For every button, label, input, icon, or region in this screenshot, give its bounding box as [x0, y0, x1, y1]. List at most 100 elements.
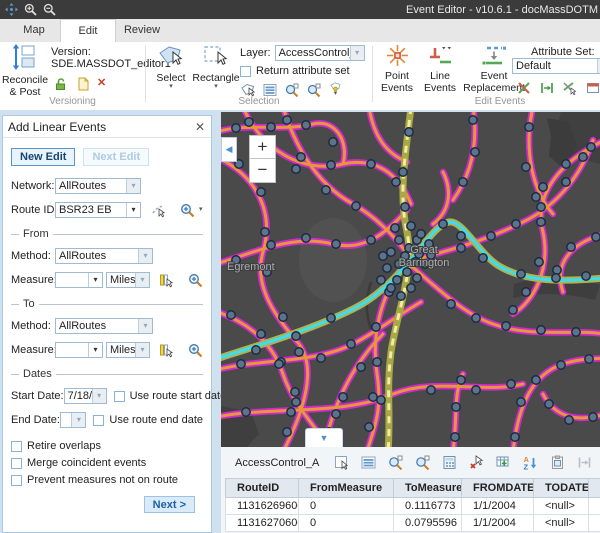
col-routeid[interactable]: RouteID	[226, 479, 299, 498]
col-tomeasure[interactable]: ToMeasure	[394, 479, 462, 498]
attribute-set-label: Attribute Set:	[531, 46, 595, 58]
add-linear-events-panel: Add Linear Events ✕ New Edit Next Edit N…	[2, 115, 212, 533]
return-attribute-checkbox[interactable]	[240, 66, 251, 77]
table-select-icon[interactable]	[333, 454, 350, 471]
select-route-on-map-icon[interactable]	[151, 203, 166, 218]
chevron-down-icon[interactable]: ▾	[92, 389, 106, 403]
zoom-to-selection-icon[interactable]	[284, 82, 299, 97]
measure-gap-icon[interactable]	[539, 80, 554, 95]
chevron-down-icon[interactable]: ▾	[135, 343, 149, 357]
start-date-input[interactable]: 7/18/ ▾	[64, 388, 107, 404]
return-attribute-row: Return attribute set	[240, 65, 350, 77]
add-record-icon[interactable]	[495, 454, 512, 471]
next-edit-button[interactable]: Next Edit	[83, 148, 149, 166]
to-method-select[interactable]: AllRoutes ▾	[55, 318, 153, 334]
point-events-button[interactable]: Point Events	[377, 44, 417, 94]
chevron-down-icon[interactable]: ▾	[350, 46, 364, 60]
table-row[interactable]: 11316270600 0 0.0795596 1/1/2004 <null> …	[226, 515, 600, 532]
pick-measure-on-map-icon[interactable]	[159, 343, 174, 358]
layer-select[interactable]: AccessControl_A ▾	[275, 45, 365, 61]
collapse-panel-button[interactable]: ◀	[221, 137, 237, 162]
table-zoom-to-selection-icon[interactable]	[387, 454, 404, 471]
route-id-select[interactable]: BSR23 EB ▾	[55, 202, 141, 218]
return-attribute-label: Return attribute set	[256, 65, 350, 77]
map-zoom-in-button[interactable]: +	[249, 135, 276, 159]
col-fromdate[interactable]: FROMDATE	[462, 479, 534, 498]
sort-icon[interactable]: AZ	[522, 454, 539, 471]
pan-to-selection-icon[interactable]	[306, 82, 321, 97]
zoom-to-route-icon[interactable]	[180, 203, 195, 218]
merge-coincident-checkbox[interactable]	[11, 458, 22, 469]
from-unit-select[interactable]: Miles ▾	[106, 272, 150, 288]
to-measure-select[interactable]: ▾	[55, 342, 103, 358]
close-icon[interactable]: ✕	[195, 121, 205, 133]
network-label: Network:	[11, 180, 55, 192]
selection-options-icon[interactable]: ▾	[328, 82, 343, 97]
delete-selected-icon[interactable]	[468, 454, 485, 471]
reconcile-post-button[interactable]: Reconcile & Post	[2, 44, 48, 98]
pan-icon[interactable]	[4, 2, 19, 17]
chevron-down-icon[interactable]: ▾	[126, 179, 140, 193]
network-select[interactable]: AllRoutes ▾	[55, 178, 141, 194]
table-attributes-icon[interactable]	[360, 454, 377, 471]
col-frommeasure[interactable]: FromMeasure	[299, 479, 394, 498]
col-access[interactable]: AC	[589, 479, 600, 498]
table-row[interactable]: 11316269600 0 0.1116773 1/1/2004 <null> …	[226, 498, 600, 515]
collapse-table-button[interactable]: ▼	[305, 428, 343, 447]
from-measure-select[interactable]: ▾	[55, 272, 103, 288]
chevron-down-icon[interactable]: ▾	[138, 249, 152, 263]
next-button[interactable]: Next >	[144, 496, 195, 513]
prevent-measures-checkbox[interactable]	[11, 475, 22, 486]
select-features-icon[interactable]	[240, 82, 255, 97]
col-todate[interactable]: TODATE	[534, 479, 589, 498]
chevron-down-icon[interactable]: ▾	[135, 273, 149, 287]
field-calculator-icon[interactable]	[441, 454, 458, 471]
map-zoom-out-button[interactable]: −	[249, 159, 276, 183]
zoom-in-icon[interactable]	[23, 2, 38, 17]
tab-edit[interactable]: Edit	[60, 19, 116, 42]
event-attributes-window-icon[interactable]	[585, 80, 600, 95]
map-canvas[interactable]: Egremont Great Barrington	[221, 112, 600, 447]
table-header-row: RouteID FromMeasure ToMeasure FROMDATE T…	[226, 479, 600, 498]
attribute-set-select[interactable]: Default ▾	[512, 58, 600, 74]
from-method-select[interactable]: AllRoutes ▾	[55, 248, 153, 264]
to-unit-select[interactable]: Miles ▾	[106, 342, 150, 358]
point-events-icon	[386, 44, 409, 70]
select-button[interactable]: Select ▾	[152, 44, 190, 90]
unlock-version-icon[interactable]	[53, 76, 68, 91]
retire-overlaps-checkbox[interactable]	[11, 441, 22, 452]
paste-attributes-icon[interactable]	[549, 454, 566, 471]
chevron-down-icon[interactable]: ▾	[138, 319, 152, 333]
zoom-to-measure-icon[interactable]	[188, 343, 203, 358]
app-title: Event Editor - v10.6.1 - docMassDOTM	[406, 4, 598, 16]
start-date-label: Start Date:	[11, 390, 64, 402]
zoom-out-icon[interactable]	[42, 2, 57, 17]
new-edit-button[interactable]: New Edit	[11, 148, 75, 166]
chevron-down-icon[interactable]: ▾	[199, 207, 203, 213]
chevron-down-icon[interactable]: ▾	[88, 273, 102, 287]
use-route-start-date-checkbox[interactable]	[114, 391, 125, 402]
merge-events-icon[interactable]	[562, 80, 577, 95]
chevron-down-icon[interactable]: ▾	[88, 343, 102, 357]
tab-review[interactable]: Review	[116, 19, 168, 42]
line-events-button[interactable]: Line Events	[420, 44, 460, 94]
end-date-input[interactable]: ▾	[60, 412, 87, 428]
chevron-down-icon[interactable]: ▾	[126, 203, 140, 217]
town-label-barrington: Barrington	[399, 257, 450, 269]
table-pan-to-selection-icon[interactable]	[414, 454, 431, 471]
versioning-tools: ✕	[53, 76, 106, 91]
split-event-icon[interactable]	[516, 80, 531, 95]
new-version-icon[interactable]	[75, 76, 90, 91]
town-label-great: Great	[410, 244, 438, 256]
title-bar: Event Editor - v10.6.1 - docMassDOTM	[0, 0, 600, 19]
rectangle-button[interactable]: Rectangle ▾	[192, 44, 240, 90]
pick-measure-on-map-icon[interactable]	[159, 273, 174, 288]
rectangle-tool-icon	[203, 44, 229, 72]
use-route-end-date-checkbox[interactable]	[93, 415, 104, 426]
tab-map[interactable]: Map	[8, 19, 60, 42]
zoom-to-measure-icon[interactable]	[188, 273, 203, 288]
delete-version-icon[interactable]: ✕	[97, 78, 106, 89]
select-tool-icon	[158, 44, 184, 72]
attribute-list-icon[interactable]	[262, 82, 277, 97]
chevron-down-icon[interactable]: ▾	[71, 413, 85, 427]
